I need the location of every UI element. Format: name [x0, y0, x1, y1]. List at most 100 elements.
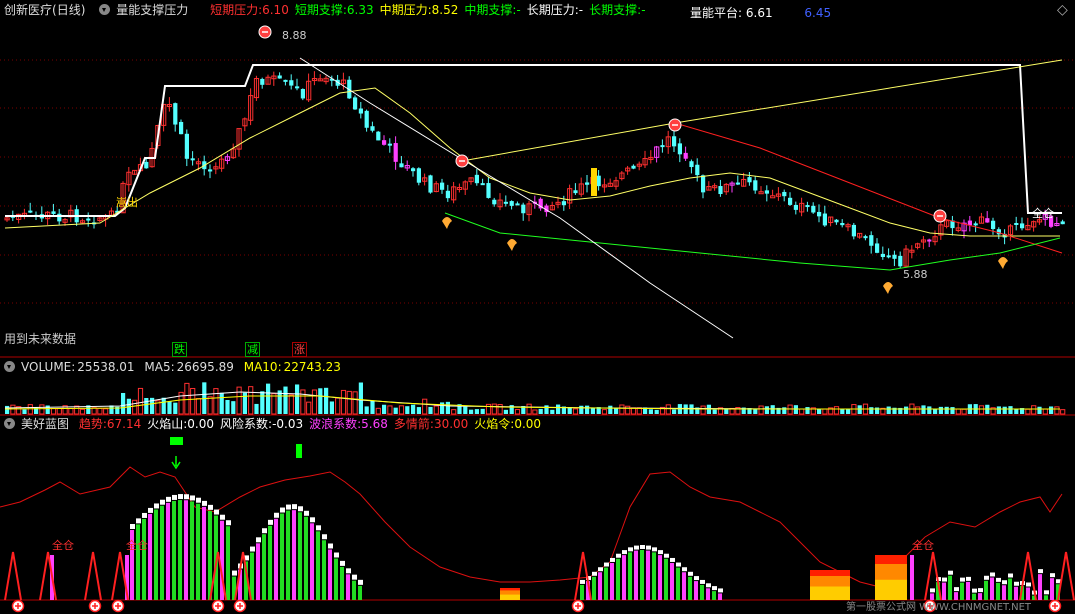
volume-value: 25538.01 [77, 360, 135, 374]
indicator-column [634, 550, 638, 600]
indicator-column [328, 549, 332, 600]
indicator-dropdown-icon[interactable] [99, 4, 111, 15]
volume-bar [544, 405, 549, 414]
candle-body [875, 243, 880, 253]
volume-bar [346, 390, 352, 415]
indicator-column [142, 518, 146, 600]
indicator-column [694, 581, 698, 600]
volume-header: VOLUME: 25538.01 MA5: 26695.89 MA10: 22743.… [0, 357, 347, 377]
candle-body [735, 182, 740, 185]
column-cap [148, 507, 153, 513]
candle-body [411, 168, 416, 172]
volume-bar [1031, 405, 1037, 415]
column-cap [1044, 590, 1049, 595]
bottom-indicator-name[interactable]: 美好蓝图 [21, 417, 69, 431]
volume-bar [927, 406, 932, 414]
volume-bar [833, 406, 840, 415]
volume-bar [422, 398, 428, 415]
bottom-items-value-5: 0.00 [514, 417, 542, 431]
column-cap [682, 567, 687, 572]
volume-bar [1042, 408, 1048, 415]
candle-body [440, 182, 445, 190]
volume-bar [572, 408, 579, 415]
volume-bar [485, 403, 492, 415]
ma-line-green [444, 212, 1061, 271]
volume-bar [944, 406, 949, 414]
ma5-label: MA5: [144, 360, 175, 374]
main-indicator-values: 短期压力:6.10 短期支撑:6.33 中期压力:8.52 中期支撑:- 长期压力:- 长… [210, 3, 651, 17]
candle-body [86, 218, 91, 221]
volume-bar [311, 389, 318, 415]
volume-bar [195, 398, 202, 415]
volume-dropdown-icon[interactable] [4, 361, 15, 372]
bottom-header: 美好蓝图 趋势:67.14 火焰山:0.00 风险系数:-0.03 波浪系数:5.68… [0, 414, 553, 434]
column-cap [610, 557, 615, 562]
indicator-column [310, 523, 314, 600]
volume-bar [370, 400, 375, 414]
indicator-column [580, 584, 584, 600]
volume-bar [271, 393, 277, 415]
volume-bar [288, 394, 294, 415]
candle-body [851, 224, 856, 237]
trend-line-white [299, 57, 734, 339]
bottom-dropdown-icon[interactable] [4, 418, 15, 429]
chip-right: 全仓 [1032, 207, 1054, 220]
volume-bar [608, 405, 613, 414]
main-items-label-3: 中期支撑: [464, 3, 517, 17]
candle-body [515, 203, 520, 206]
volume-bar [672, 409, 677, 414]
candle-body [57, 213, 62, 222]
volume-chart[interactable] [0, 376, 1075, 416]
bottom-items-label-3: 波浪系数: [309, 417, 362, 431]
indicator-column [1038, 574, 1042, 600]
column-cap [1008, 573, 1013, 578]
column-cap [966, 576, 971, 581]
volume-bar [445, 401, 450, 414]
collapse-icon[interactable]: ◇ [1057, 2, 1068, 18]
indicator-column [664, 558, 668, 600]
indicator-column [316, 531, 320, 600]
candle-body [573, 190, 578, 194]
indicator-name[interactable]: 量能支撑压力 [116, 3, 188, 17]
flag-marker [170, 437, 183, 445]
volume-bar [352, 391, 358, 415]
indicator-column [292, 510, 296, 600]
indicator-column [304, 516, 308, 600]
volume-bar [387, 405, 393, 415]
volume-bar [10, 404, 16, 415]
main-items-value-3: - [516, 3, 521, 17]
column-cap [190, 495, 195, 501]
flame-block [875, 579, 907, 600]
volume-bar [857, 405, 862, 414]
candle-body [509, 201, 514, 206]
column-cap [1002, 580, 1007, 585]
candle-body [793, 204, 798, 210]
column-cap [256, 537, 261, 543]
bottom-items-value-1: 0.00 [187, 417, 215, 431]
column-cap [664, 553, 669, 558]
candle-body [585, 182, 590, 185]
volume-bar [1025, 408, 1031, 415]
column-cap [960, 577, 965, 582]
volume-bar [173, 402, 178, 414]
buy-hand-icon [507, 239, 517, 251]
candle-body [387, 143, 392, 146]
indicator-column [640, 550, 644, 600]
column-cap [640, 545, 645, 549]
column-cap [1014, 581, 1019, 586]
column-cap [706, 583, 711, 588]
column-cap [304, 510, 309, 516]
watermark: 第一股票公式网 WWW.CHNMGNET.NET [846, 602, 1032, 613]
indicator-column [646, 550, 650, 600]
column-cap [172, 494, 177, 500]
candle-body [445, 190, 450, 199]
candlestick-chart[interactable] [0, 18, 1075, 358]
bottom-indicator-chart[interactable] [0, 432, 1075, 614]
main-items-value-1: 6.33 [346, 3, 374, 17]
volume-bar [625, 405, 631, 415]
column-cap [274, 512, 279, 518]
flame-block [500, 594, 520, 600]
column-cap [1050, 573, 1055, 578]
volume-bar [27, 404, 33, 415]
candle-body [817, 211, 822, 217]
